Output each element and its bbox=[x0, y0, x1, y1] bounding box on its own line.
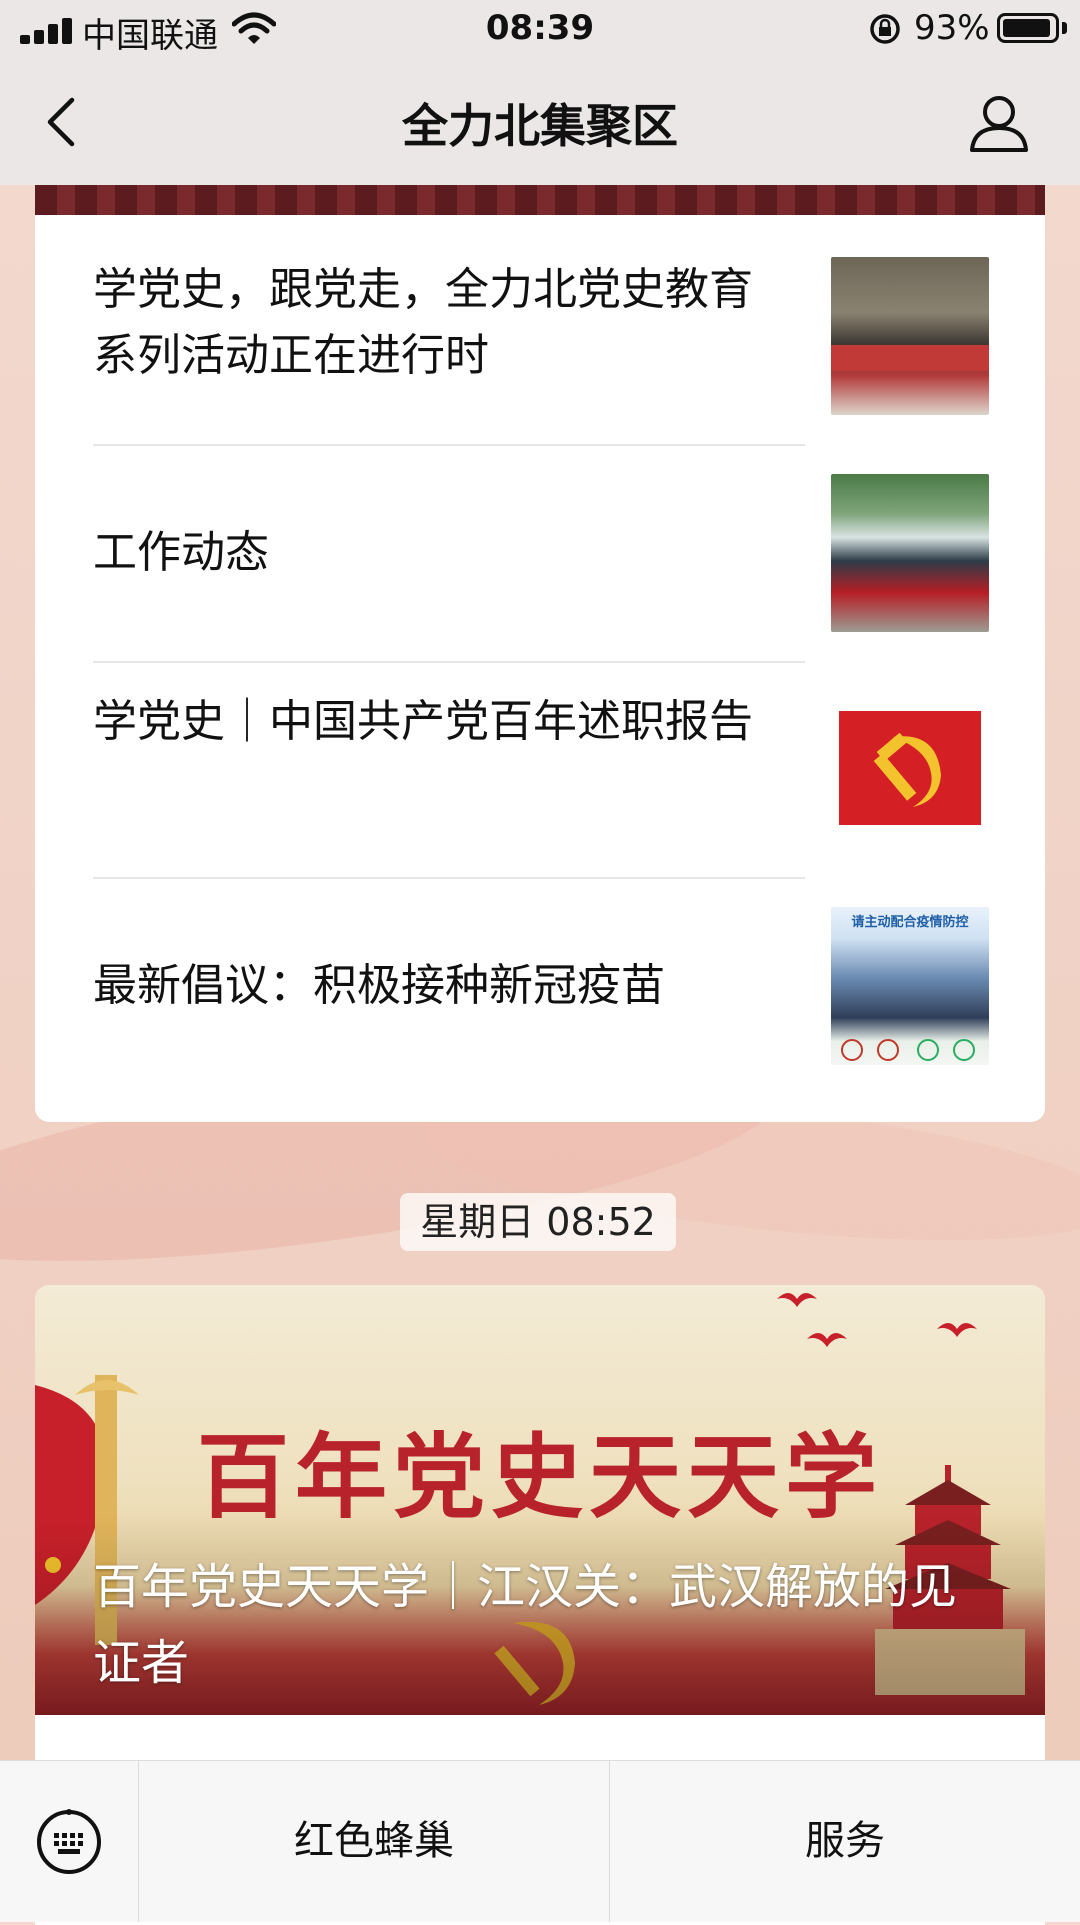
banner-stripe bbox=[831, 345, 989, 371]
bird-icon bbox=[937, 1323, 977, 1337]
list-item[interactable]: 学党史｜中国共产党百年述职报告 bbox=[93, 689, 1033, 849]
check-icon bbox=[917, 1039, 939, 1061]
divider bbox=[93, 444, 805, 446]
article-title: 学党史，跟党走，全力北党史教育系列活动正在进行时 bbox=[93, 264, 753, 381]
article-title: 最新倡议：积极接种新冠疫苗 bbox=[93, 960, 665, 1011]
navigation-bar: 全力北集聚区 bbox=[0, 60, 1080, 185]
divider bbox=[93, 877, 805, 879]
list-item[interactable]: 工作动态 bbox=[93, 474, 1033, 634]
hammer-sickle-icon bbox=[839, 711, 981, 825]
banner-image[interactable]: 百年党史天天学 百年党史天天学｜江汉关：武汉解放的见证者 bbox=[35, 1285, 1045, 1715]
epidemic-prevention-poster: 请主动配合疫情防控 bbox=[831, 907, 989, 1065]
menu-item-red-hive[interactable]: 红色蜂巢 bbox=[139, 1761, 610, 1922]
banner-caption: 百年党史天天学｜江汉关：武汉解放的见证者 bbox=[93, 1559, 958, 1691]
article-title: 工作动态 bbox=[93, 527, 269, 578]
poster-text: 请主动配合疫情防控 bbox=[851, 915, 969, 930]
bottom-menu-bar: 红色蜂巢 服务 bbox=[0, 1760, 1080, 1922]
bird-icon bbox=[777, 1293, 817, 1307]
battery-level bbox=[1003, 19, 1050, 37]
divider bbox=[93, 661, 805, 663]
prohibit-icon bbox=[841, 1039, 863, 1061]
list-item[interactable]: 学党史，跟党走，全力北党史教育系列活动正在进行时 bbox=[93, 257, 1033, 417]
menu-item-services[interactable]: 服务 bbox=[610, 1761, 1080, 1922]
keyboard-icon[interactable] bbox=[36, 1809, 102, 1875]
battery-icon bbox=[997, 13, 1059, 43]
article-title: 学党史｜中国共产党百年述职报告 bbox=[93, 696, 753, 747]
battery-tip bbox=[1062, 22, 1067, 34]
check-icon bbox=[953, 1039, 975, 1061]
party-emblem-image bbox=[831, 689, 989, 847]
volunteers-tent-photo bbox=[831, 474, 989, 632]
status-bar: 中国联通 08:39 93% bbox=[0, 0, 1080, 60]
user-icon[interactable] bbox=[968, 92, 1030, 154]
rotation-lock-icon bbox=[870, 14, 900, 44]
list-item[interactable]: 最新倡议：积极接种新冠疫苗 请主动配合疫情防控 bbox=[93, 907, 1033, 1067]
article-list-card: 学党史，跟党走，全力北党史教育系列活动正在进行时 工作动态 学党史｜中国共产党百… bbox=[35, 185, 1045, 1122]
exhibition-hall-photo bbox=[831, 257, 989, 415]
page-title: 全力北集聚区 bbox=[402, 99, 678, 153]
prohibit-icon bbox=[877, 1039, 899, 1061]
banner-image-edge bbox=[35, 185, 1045, 215]
message-timestamp: 星期日 08:52 bbox=[400, 1193, 676, 1251]
bird-icon bbox=[807, 1333, 847, 1347]
battery-percentage: 93% bbox=[914, 8, 990, 48]
keyboard-toggle-button[interactable] bbox=[0, 1761, 139, 1922]
